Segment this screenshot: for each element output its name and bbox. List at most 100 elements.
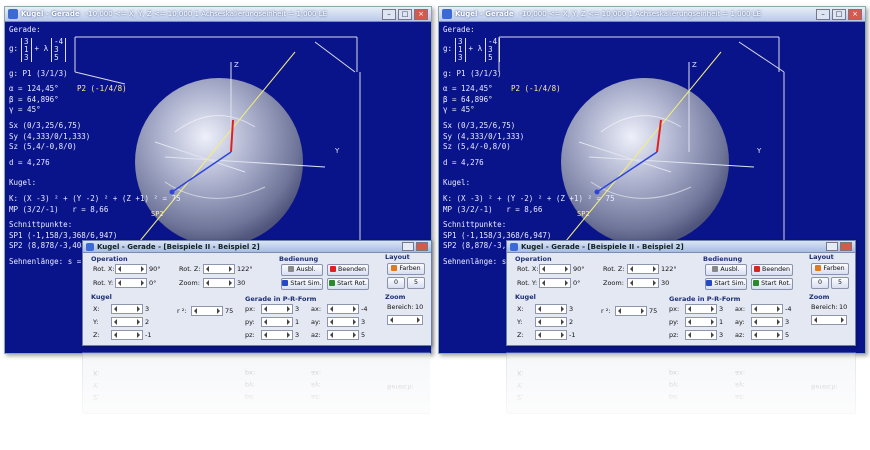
- az-stepper[interactable]: [751, 330, 783, 340]
- p2-label: P2 (-1/4/8): [77, 84, 127, 93]
- app-icon: [86, 242, 94, 251]
- ausbl-button[interactable]: Ausbl.: [705, 264, 747, 276]
- px-stepper[interactable]: [261, 304, 293, 314]
- zoom-stepper[interactable]: [203, 278, 235, 288]
- control-panel-right: Kugel - Gerade - [Beispiele II - Beispie…: [506, 240, 856, 346]
- reflection-left: Z: Y: X: pz: py: px: az: ay: ax: Bereich…: [4, 352, 430, 450]
- group-layout: Layout: [385, 253, 410, 261]
- ay-stepper[interactable]: [327, 317, 359, 327]
- info-points: g: P1 (3/1/3): [9, 68, 68, 78]
- window-range: -10,000 <= X, Y, Z <= 10,000 1 Achseskal…: [519, 10, 762, 18]
- close-button[interactable]: [416, 242, 428, 251]
- app-icon: [8, 9, 18, 19]
- kugel-x-stepper[interactable]: [535, 304, 567, 314]
- control-title-bar: Kugel - Gerade - [Beispiele II - Beispie…: [83, 241, 431, 253]
- info-gamma: γ = 45°: [9, 105, 41, 115]
- info-panel: Gerade: g: 3 1 3 + λ -4 3 5 g: P1 (3/1/3) α = 124,…: [9, 25, 181, 268]
- beenden-button[interactable]: Beenden: [327, 264, 369, 276]
- info-sy: Sy (4,333/0/1,333): [9, 131, 91, 141]
- ax-stepper[interactable]: [327, 304, 359, 314]
- group-operation: Operation: [91, 255, 128, 263]
- pz-stepper[interactable]: [685, 330, 717, 340]
- beenden-button[interactable]: Beenden: [751, 264, 793, 276]
- layout-a-button[interactable]: 0: [811, 277, 829, 289]
- layout-a-button[interactable]: 0: [387, 277, 405, 289]
- rot-y-stepper[interactable]: [115, 278, 147, 288]
- minimize-button[interactable]: [826, 242, 838, 251]
- radius-stepper[interactable]: [615, 306, 647, 316]
- app-icon: [510, 242, 518, 251]
- kugel-y-stepper[interactable]: [111, 317, 143, 327]
- info-panel: Gerade: g: 3 1 3 + λ -4 3 5 g: P1 (3/1/3) α = 124,…: [443, 25, 615, 268]
- app-icon: [442, 9, 452, 19]
- layout-b-button[interactable]: 5: [831, 277, 849, 289]
- info-beta: β = 64,896°: [9, 94, 59, 104]
- info-sy: Sy (4,333/0/1,333): [443, 131, 525, 141]
- info-heading: Gerade:: [9, 25, 41, 34]
- close-button[interactable]: ×: [848, 8, 862, 20]
- group-bedienung: Bedienung: [279, 255, 319, 263]
- minimize-button[interactable]: –: [382, 8, 396, 20]
- kugel-x-stepper[interactable]: [111, 304, 143, 314]
- close-button[interactable]: ×: [414, 8, 428, 20]
- maximize-button[interactable]: □: [398, 8, 412, 20]
- info-heading: Gerade:: [443, 25, 475, 34]
- window-range: -10,000 <= X, Y, Z <= 10,000 1 Achseskal…: [85, 10, 328, 18]
- radius-stepper[interactable]: [191, 306, 223, 316]
- maximize-button[interactable]: □: [832, 8, 846, 20]
- info-mp: MP (3/2/-1) r = 8,66: [443, 204, 543, 214]
- info-kugel: Kugel:: [9, 178, 37, 188]
- farben-button[interactable]: Farben: [811, 263, 849, 275]
- start-sim-button[interactable]: Start Sim.: [281, 278, 323, 290]
- start-sim-button[interactable]: Start Sim.: [705, 278, 747, 290]
- pz-stepper[interactable]: [261, 330, 293, 340]
- rot-y-stepper[interactable]: [539, 278, 571, 288]
- kugel-y-stepper[interactable]: [535, 317, 567, 327]
- az-stepper[interactable]: [327, 330, 359, 340]
- info-sx: Sx (0/3,25/6,75): [9, 120, 82, 130]
- z-axis-label: Z: [234, 61, 239, 69]
- ax-stepper[interactable]: [751, 304, 783, 314]
- line-equation: g: 3 1 3 + λ -4 3 5: [9, 36, 181, 64]
- kugel-z-stepper[interactable]: [111, 330, 143, 340]
- py-stepper[interactable]: [261, 317, 293, 327]
- farben-button[interactable]: Farben: [387, 263, 425, 275]
- close-button[interactable]: [840, 242, 852, 251]
- control-title: Kugel - Gerade - [Beispiele II - Beispie…: [97, 242, 260, 251]
- group-gerade: Gerade in P-R-Form: [669, 295, 741, 303]
- z-axis-label: Z: [692, 61, 697, 69]
- layout-b-button[interactable]: 5: [407, 277, 425, 289]
- start-rot-button[interactable]: Start Rot.: [751, 278, 793, 290]
- group-zoom: Zoom: [385, 293, 406, 301]
- rot-z-stepper[interactable]: [203, 264, 235, 274]
- control-title-bar: Kugel - Gerade - [Beispiele II - Beispie…: [507, 241, 855, 253]
- bereich-stepper[interactable]: [811, 315, 847, 325]
- window-title: Kugel - Gerade: [21, 10, 80, 18]
- y-axis-label: Y: [334, 147, 340, 155]
- reflection-right: Z: Y: X: pz: py: px: az: ay: ax: Bereich…: [438, 352, 864, 450]
- group-layout: Layout: [809, 253, 834, 261]
- control-title: Kugel - Gerade - [Beispiele II - Beispie…: [521, 242, 684, 251]
- group-zoom: Zoom: [809, 293, 830, 301]
- kugel-z-stepper[interactable]: [535, 330, 567, 340]
- ausbl-button[interactable]: Ausbl.: [281, 264, 323, 276]
- minimize-button[interactable]: –: [816, 8, 830, 20]
- info-schnitt: Schnittpunkte:: [443, 220, 507, 230]
- info-d: d = 4,276: [443, 157, 484, 167]
- rot-x-stepper[interactable]: [115, 264, 147, 274]
- info-sx: Sx (0/3,25/6,75): [443, 120, 516, 130]
- start-rot-button[interactable]: Start Rot.: [327, 278, 369, 290]
- line-equation: g: 3 1 3 + λ -4 3 5: [443, 36, 615, 64]
- zoom-stepper[interactable]: [627, 278, 659, 288]
- info-points: g: P1 (3/1/3): [443, 68, 502, 78]
- bereich-stepper[interactable]: [387, 315, 423, 325]
- rot-x-stepper[interactable]: [539, 264, 571, 274]
- minimize-button[interactable]: [402, 242, 414, 251]
- y-axis-label: Y: [756, 147, 762, 155]
- px-stepper[interactable]: [685, 304, 717, 314]
- group-gerade: Gerade in P-R-Form: [245, 295, 317, 303]
- py-stepper[interactable]: [685, 317, 717, 327]
- control-panel-left: Kugel - Gerade - [Beispiele II - Beispie…: [82, 240, 432, 346]
- ay-stepper[interactable]: [751, 317, 783, 327]
- rot-z-stepper[interactable]: [627, 264, 659, 274]
